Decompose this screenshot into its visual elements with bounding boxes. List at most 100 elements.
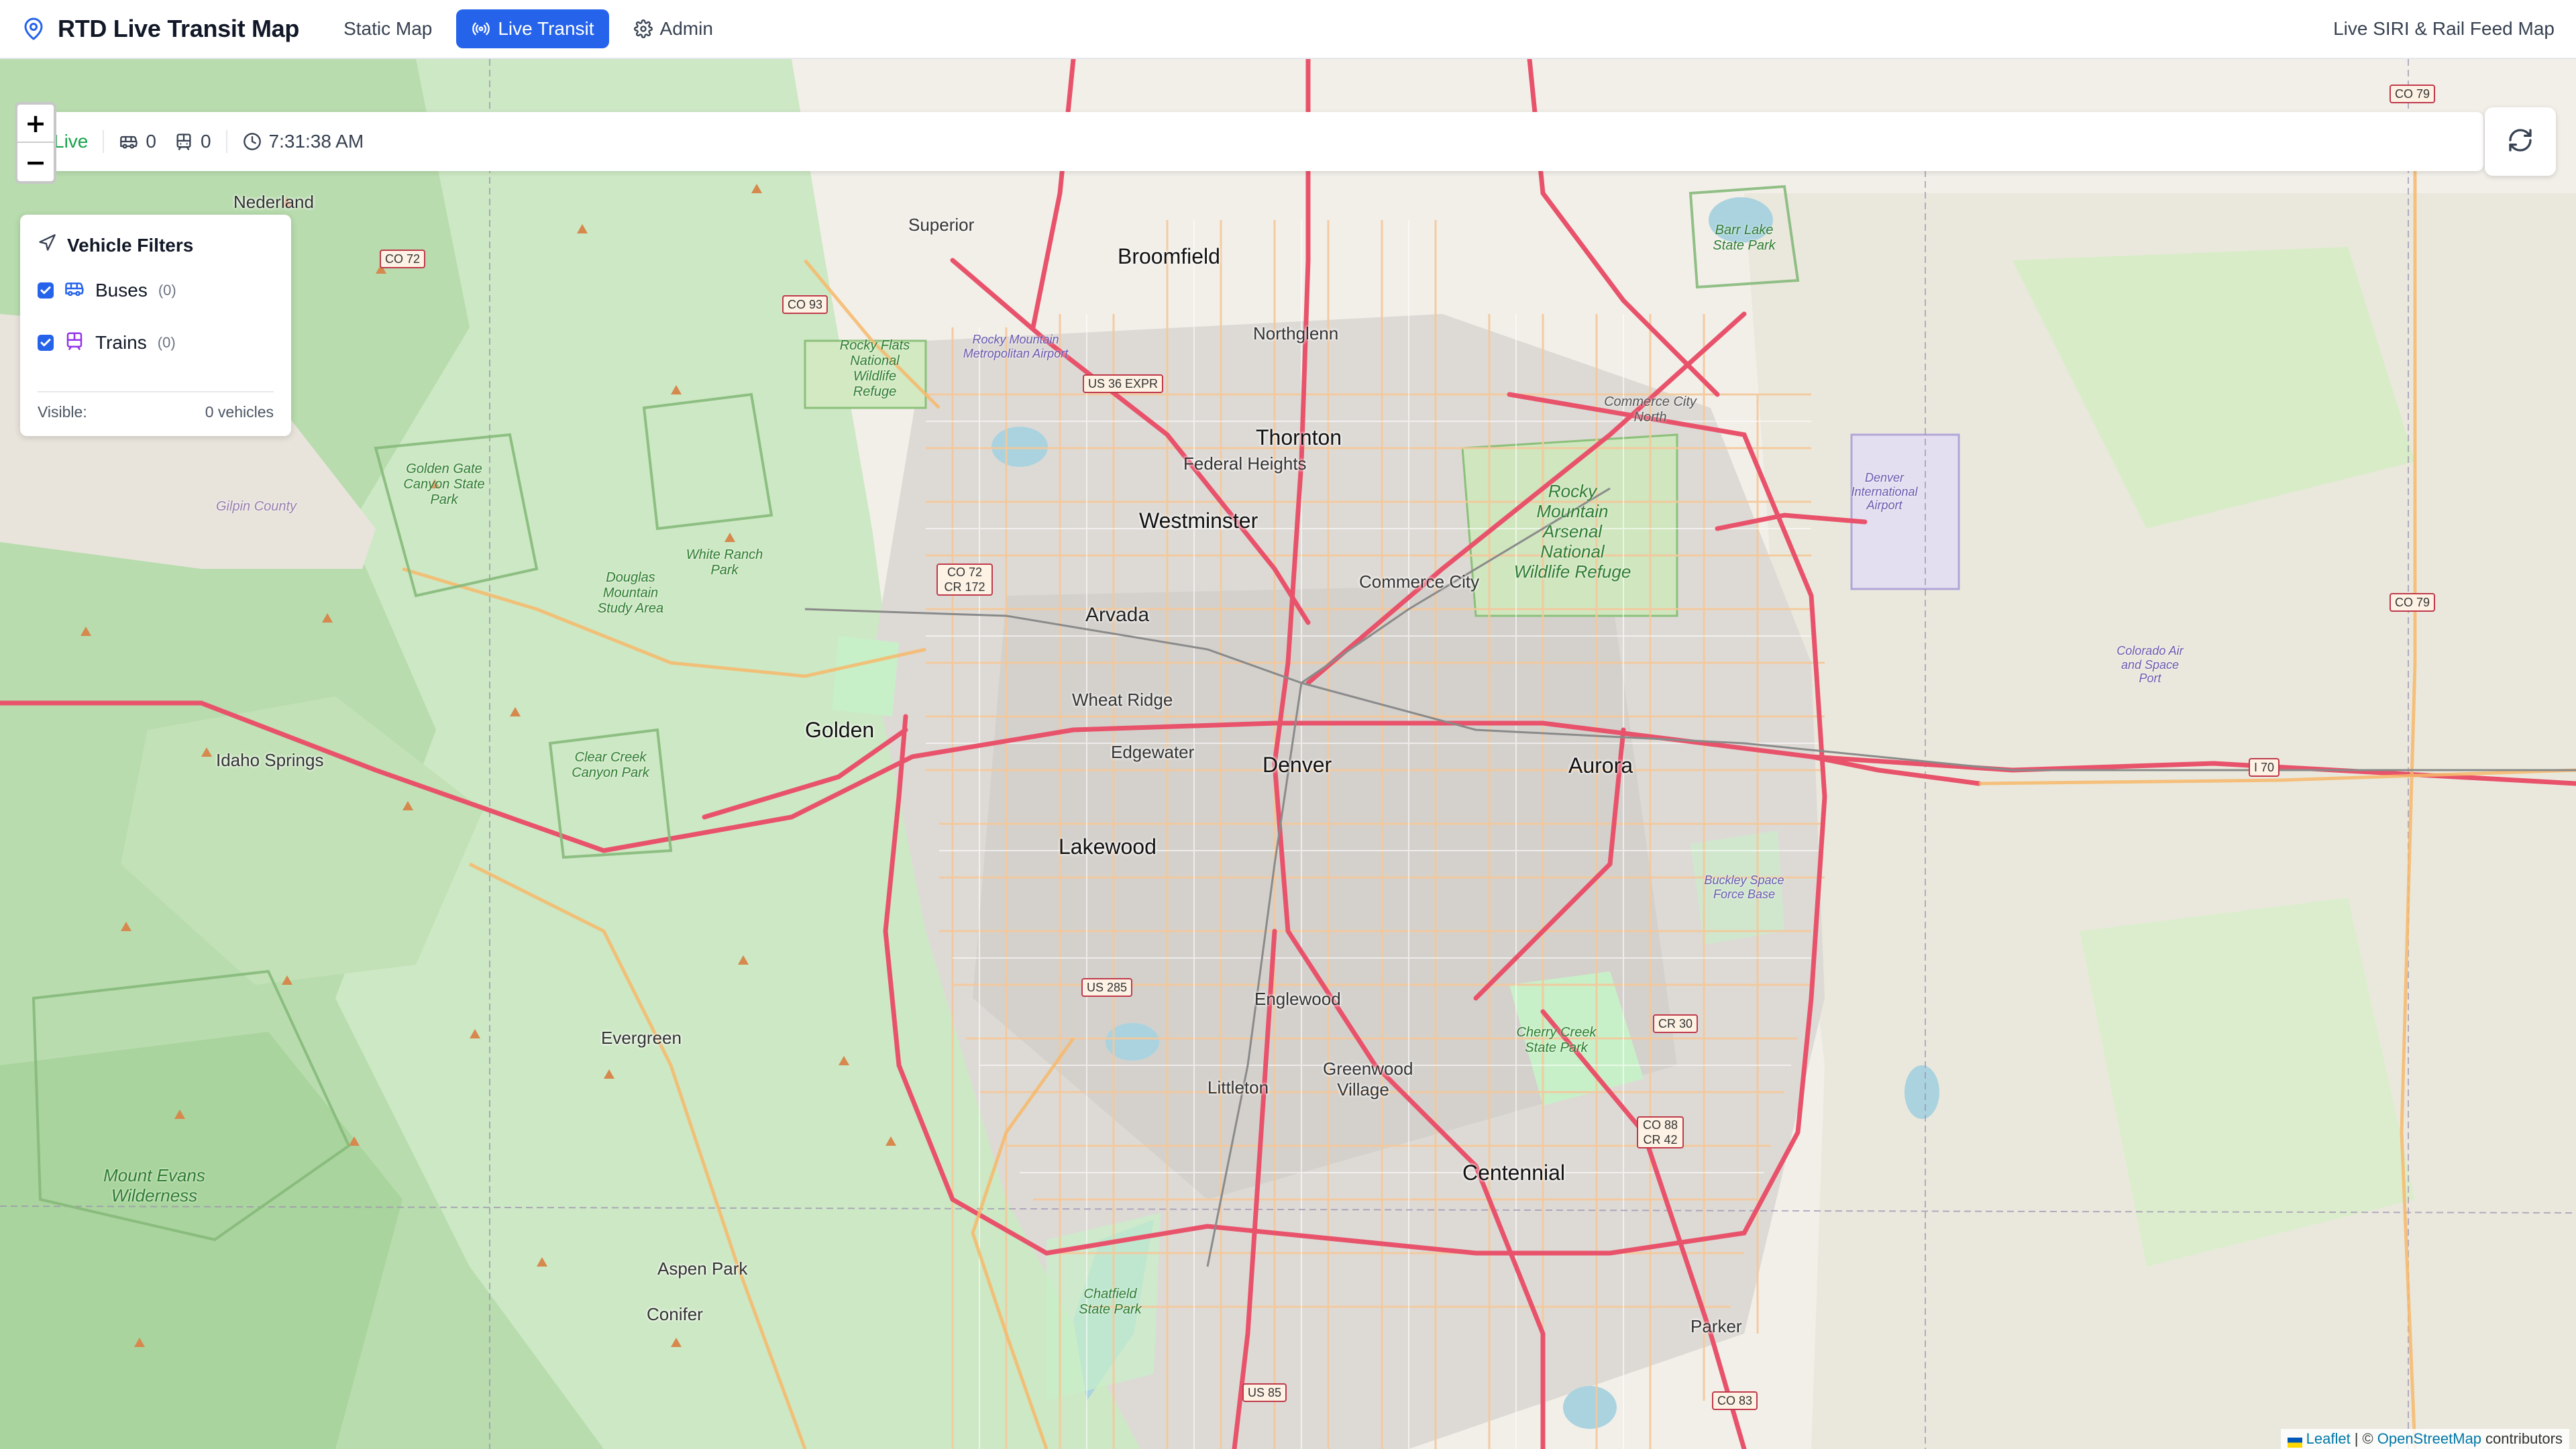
label-colorado-air-space-port: Colorado Air and Space Port: [2116, 644, 2184, 686]
shield-cr30: CR 30: [1653, 1014, 1699, 1033]
label-edgewater: Edgewater: [1111, 742, 1195, 762]
nav-admin-label: Admin: [659, 18, 713, 39]
nav-admin[interactable]: Admin: [619, 9, 728, 48]
label-nederland: Nederland: [233, 192, 314, 212]
refresh-icon: [2507, 127, 2534, 157]
label-clear-creek: Clear Creek Canyon Park: [572, 750, 649, 780]
main-nav: Static Map Live Transit Admin: [329, 9, 728, 48]
train-count-value: 0: [200, 131, 211, 152]
label-idaho-springs: Idaho Springs: [216, 750, 324, 770]
label-arvada: Arvada: [1085, 604, 1150, 626]
bus-icon: [64, 278, 85, 303]
label-barr-lake: Barr Lake State Park: [1713, 223, 1776, 253]
zoom-out-button[interactable]: −: [17, 143, 54, 181]
label-rocky-mtn-airport: Rocky Mountain Metropolitan Airport: [963, 333, 1069, 360]
label-greenwood-village: Greenwood Village: [1323, 1059, 1413, 1099]
refresh-button[interactable]: [2485, 107, 2556, 176]
label-commerce-city-north: Commerce City North: [1604, 394, 1697, 425]
shield-co83: CO 83: [1712, 1391, 1758, 1410]
header-subtitle: Live SIRI & Rail Feed Map: [2333, 18, 2555, 39]
visible-value: 0 vehicles: [205, 403, 274, 421]
train-icon: [174, 131, 194, 152]
label-chatfield: Chatfield State Park: [1079, 1287, 1142, 1317]
shield-co72-cr172: CO 72 CR 172: [936, 564, 993, 596]
leaflet-link[interactable]: Leaflet: [2306, 1430, 2351, 1448]
nav-static-map[interactable]: Static Map: [329, 9, 447, 48]
label-douglas-mountain: Douglas Mountain Study Area: [597, 570, 664, 616]
label-littleton: Littleton: [1208, 1077, 1269, 1097]
label-lakewood: Lakewood: [1059, 835, 1157, 859]
buses-label: Buses: [95, 280, 148, 301]
bus-count-value: 0: [146, 131, 156, 152]
label-cherry-creek: Cherry Creek State Park: [1516, 1025, 1597, 1055]
label-mount-evans: Mount Evans Wilderness: [103, 1165, 205, 1205]
osm-link[interactable]: OpenStreetMap: [2377, 1430, 2481, 1448]
filter-buses[interactable]: Buses (0): [38, 277, 274, 304]
shield-us85: US 85: [1242, 1383, 1287, 1402]
trains-label: Trains: [95, 332, 147, 353]
label-superior: Superior: [908, 215, 975, 235]
label-parker: Parker: [1690, 1316, 1742, 1336]
label-aurora: Aurora: [1568, 753, 1633, 777]
attribution-separator: | ©: [2354, 1430, 2373, 1447]
buses-checkbox[interactable]: [38, 282, 54, 299]
bus-count: 0: [119, 131, 156, 152]
navigation-arrow-icon: [38, 233, 56, 257]
app-title: RTD Live Transit Map: [58, 15, 300, 42]
filter-trains[interactable]: Trains (0): [38, 329, 274, 356]
trains-count: (0): [157, 334, 176, 351]
label-arsenal-refuge: Rocky Mountain Arsenal National Wildlife…: [1513, 481, 1631, 582]
train-count: 0: [174, 131, 211, 152]
label-golden: Golden: [805, 718, 875, 742]
buses-count: (0): [158, 282, 176, 299]
shield-co72: CO 72: [380, 250, 426, 268]
clock-icon: [242, 131, 262, 152]
label-englewood: Englewood: [1254, 989, 1341, 1009]
trains-checkbox[interactable]: [38, 335, 54, 351]
shield-co79-south: CO 79: [2390, 593, 2436, 612]
label-conifer: Conifer: [647, 1304, 703, 1324]
label-dia: Denver International Airport: [1851, 471, 1918, 513]
nav-static-map-label: Static Map: [343, 18, 433, 39]
label-thornton: Thornton: [1256, 425, 1342, 449]
nav-live-transit[interactable]: Live Transit: [456, 9, 609, 48]
label-broomfield: Broomfield: [1118, 244, 1220, 268]
label-gilpin-county: Gilpin County: [216, 499, 297, 514]
live-status-bar: Live 0 0 7:31:38 AM: [20, 112, 2483, 171]
map-canvas[interactable]: Denver Aurora Lakewood Westminster Thorn…: [0, 59, 2576, 1449]
shield-co93: CO 93: [782, 295, 828, 314]
divider: [103, 130, 105, 153]
brand: RTD Live Transit Map: [20, 15, 299, 43]
live-indicator: Live: [54, 131, 88, 152]
zoom-control: + −: [15, 102, 56, 184]
label-rocky-flats: Rocky Flats National Wildlife Refuge: [839, 338, 910, 399]
shield-i70: I 70: [2249, 758, 2280, 777]
shield-us285: US 285: [1081, 978, 1133, 997]
filters-title: Vehicle Filters: [67, 234, 194, 256]
last-updated: 7:31:38 AM: [242, 131, 364, 152]
train-icon: [64, 331, 85, 356]
gear-icon: [633, 19, 653, 39]
label-denver: Denver: [1263, 753, 1332, 777]
divider: [225, 130, 227, 153]
label-aspen-park: Aspen Park: [657, 1258, 748, 1279]
label-northglenn: Northglenn: [1253, 323, 1339, 343]
label-westminster: Westminster: [1139, 508, 1258, 533]
live-label: Live: [54, 131, 89, 152]
label-golden-gate: Golden Gate Canyon State Park: [403, 462, 485, 507]
map-pin-icon: [20, 15, 47, 42]
bus-icon: [119, 131, 139, 152]
visible-label: Visible:: [38, 403, 87, 421]
shield-co79-north: CO 79: [2390, 85, 2436, 103]
attribution-contributors: contributors: [2485, 1430, 2563, 1447]
filters-footer: Visible: 0 vehicles: [38, 391, 274, 421]
label-federal-heights: Federal Heights: [1183, 453, 1307, 474]
label-white-ranch: White Ranch Park: [686, 547, 763, 578]
filters-header: Vehicle Filters: [38, 233, 274, 257]
zoom-in-button[interactable]: +: [17, 105, 54, 143]
ukraine-flag-icon: [2287, 1434, 2302, 1448]
label-evergreen: Evergreen: [601, 1028, 682, 1048]
label-wheat-ridge: Wheat Ridge: [1072, 690, 1173, 710]
nav-live-transit-label: Live Transit: [498, 18, 594, 39]
shield-us36: US 36 EXPR: [1083, 374, 1164, 393]
